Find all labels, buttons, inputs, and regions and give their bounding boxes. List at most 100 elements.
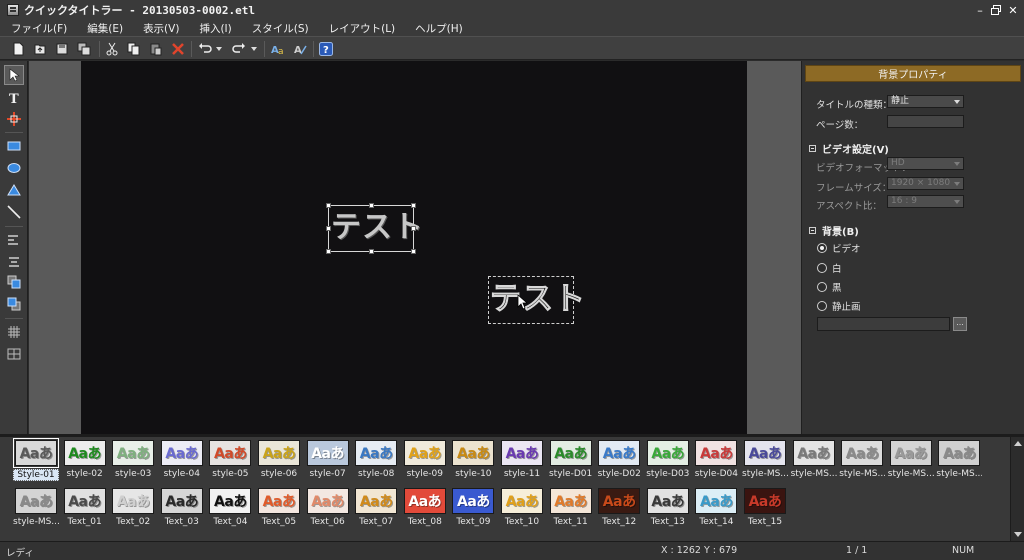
new-file-icon[interactable] [9,40,27,58]
resize-handle[interactable] [411,226,416,231]
style-tile[interactable]: Aaあ style-07 [305,440,351,479]
style-tile[interactable]: Aaあ Text_11 [548,488,594,527]
canvas-text-2[interactable]: テスト [490,280,586,318]
style-tile[interactable]: Aaあ style-MS... [742,440,788,479]
style-tile[interactable]: Aaあ style-02 [62,440,108,479]
resize-handle[interactable] [326,226,331,231]
menu-insert[interactable]: 挿入(I) [188,21,240,36]
radio-button[interactable] [817,263,827,273]
scroll-up-icon[interactable] [1014,441,1022,446]
ellipse-icon[interactable] [4,158,24,178]
browse-button[interactable]: ... [953,317,967,331]
triangle-icon[interactable] [4,180,24,200]
resize-handle[interactable] [369,203,374,208]
close-icon[interactable]: ✕ [1005,2,1021,18]
style-tile[interactable]: Aaあ style-MS... [791,440,837,479]
menu-view[interactable]: 表示(V) [132,21,188,36]
style-tile[interactable]: Aaあ Text_09 [450,488,496,527]
grid-icon[interactable] [4,322,24,342]
style-tile[interactable]: Aaあ Text_03 [159,488,205,527]
background-section[interactable]: 背景(B) [809,223,859,238]
style-tile[interactable]: Aaあ Text_12 [596,488,642,527]
send-backward-icon[interactable] [4,294,24,314]
style-tile[interactable]: Aaあ Text_15 [742,488,788,527]
style-tile[interactable]: Aaあ style-D03 [645,440,691,479]
text-box-outline[interactable]: テスト [488,276,586,324]
text-icon[interactable]: T [4,88,24,108]
style-tile[interactable]: Aaあ style-11 [499,440,545,479]
align-left-icon[interactable] [4,230,24,250]
rectangle-icon[interactable] [4,136,24,156]
style-tile[interactable]: Aaあ style-06 [256,440,302,479]
undo-icon[interactable] [196,40,214,58]
style-tile[interactable]: Aaあ style-D01 [548,440,594,479]
scroll-down-icon[interactable] [1014,532,1022,537]
style-tile[interactable]: Aaあ style-03 [110,440,156,479]
selected-text-box[interactable]: テスト [326,203,423,254]
style-tile[interactable]: Aaあ Text_08 [402,488,448,527]
style-tile[interactable]: Aaあ style-09 [402,440,448,479]
safe-area-icon[interactable] [4,344,24,364]
bring-forward-icon[interactable] [4,272,24,292]
save-icon[interactable] [53,40,71,58]
video-settings-section[interactable]: ビデオ設定(V) [809,141,889,156]
menu-layout[interactable]: レイアウト(L) [318,21,405,36]
bg-option-white[interactable]: 白 [817,261,842,275]
menu-edit[interactable]: 編集(E) [76,21,132,36]
crop-icon[interactable] [4,109,24,129]
resize-handle[interactable] [326,249,331,254]
cut-icon[interactable] [103,40,121,58]
style-tile[interactable]: Aaあ style-MS... [839,440,885,479]
menu-style[interactable]: スタイル(S) [241,21,318,36]
resize-handle[interactable] [411,249,416,254]
menu-help[interactable]: ヘルプ(H) [404,21,472,36]
style-tile[interactable]: Aaあ Text_06 [305,488,351,527]
menu-file[interactable]: ファイル(F) [0,21,76,36]
open-file-icon[interactable] [31,40,49,58]
radio-button[interactable] [817,301,827,311]
copy-icon[interactable] [125,40,143,58]
title-canvas[interactable]: テスト テスト [81,61,747,434]
paste-icon[interactable] [147,40,165,58]
style-tile[interactable]: Aaあ Text_05 [256,488,302,527]
style-tile[interactable]: Aaあ style-D04 [693,440,739,479]
style-tile[interactable]: Aaあ Text_01 [62,488,108,527]
resize-handle[interactable] [369,249,374,254]
save-as-icon[interactable] [75,40,93,58]
bg-option-still[interactable]: 静止画 [817,299,861,313]
help-icon[interactable]: ? [317,40,335,58]
style-tile[interactable]: Aaあ style-D02 [596,440,642,479]
gallery-scrollbar[interactable] [1010,437,1024,541]
undo-dropdown-icon[interactable] [214,40,224,58]
image-path-field[interactable] [817,317,950,331]
radio-button[interactable] [817,243,827,253]
style-tile[interactable]: Aaあ style-08 [353,440,399,479]
bg-option-black[interactable]: 黒 [817,280,842,294]
style-tile[interactable]: Aaあ Text_02 [110,488,156,527]
resize-handle[interactable] [326,203,331,208]
style-tile[interactable]: Aaあ Style-01 [13,438,59,481]
align-center-icon[interactable] [4,252,24,272]
redo-icon[interactable] [230,40,248,58]
collapse-icon[interactable] [809,227,816,234]
text-effect-icon[interactable]: A [291,40,309,58]
style-tile[interactable]: Aaあ Text_13 [645,488,691,527]
title-type-select[interactable]: 静止 [887,95,964,108]
bg-option-video[interactable]: ビデオ [817,241,861,255]
select-icon[interactable] [4,65,24,85]
resize-handle[interactable] [411,203,416,208]
style-tile[interactable]: Aaあ style-05 [207,440,253,479]
style-tile[interactable]: Aaあ style-MS... [888,440,934,479]
restore-icon[interactable] [988,2,1004,18]
delete-icon[interactable] [169,40,187,58]
text-style-icon[interactable]: Aa [269,40,287,58]
redo-dropdown-icon[interactable] [249,40,259,58]
line-icon[interactable] [4,202,24,222]
style-tile[interactable]: Aaあ Text_14 [693,488,739,527]
style-tile[interactable]: Aaあ style-MS... [936,440,982,479]
radio-button[interactable] [817,282,827,292]
collapse-icon[interactable] [809,145,816,152]
style-tile[interactable]: Aaあ style-MS... [13,488,59,527]
style-tile[interactable]: Aaあ style-10 [450,440,496,479]
minimize-icon[interactable]: – [972,2,988,18]
